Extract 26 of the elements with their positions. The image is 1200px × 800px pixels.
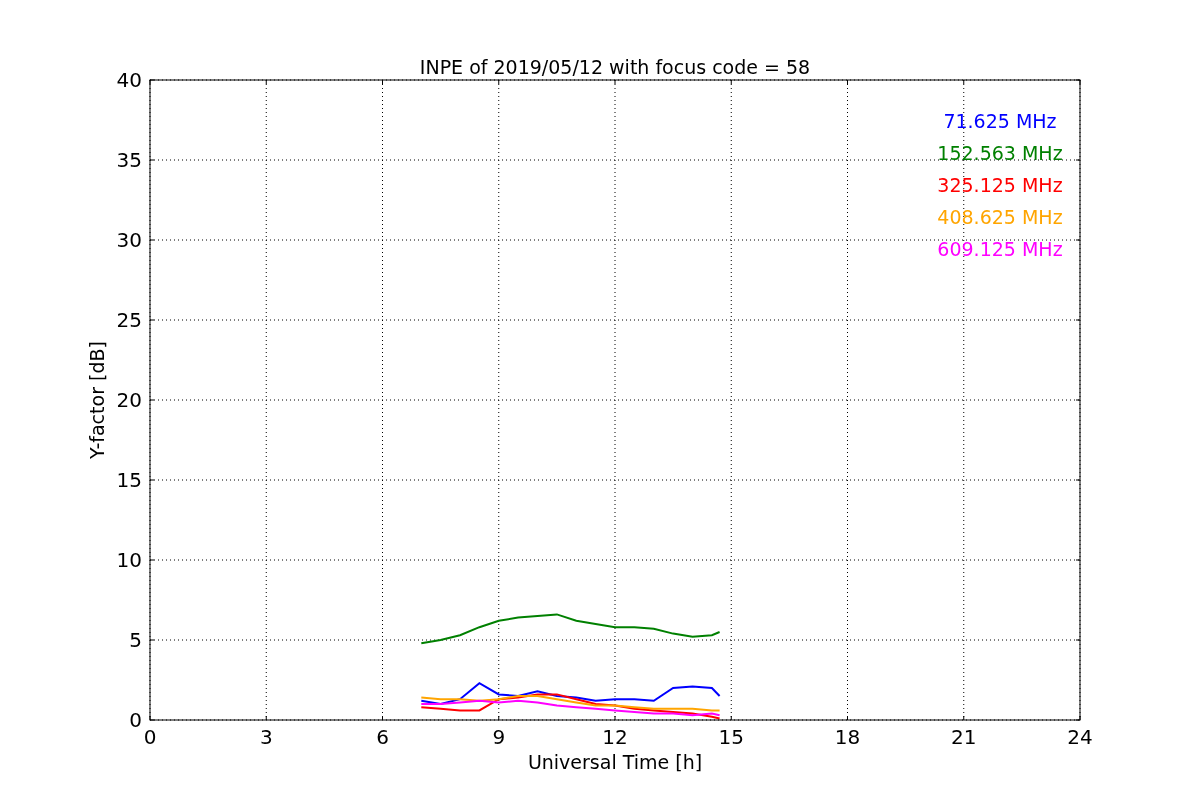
y-tick-label: 5 — [129, 628, 142, 652]
y-tick-label: 35 — [116, 148, 142, 172]
x-tick-label: 18 — [834, 725, 861, 749]
y-tick-label: 40 — [116, 68, 142, 92]
y-tick-label: 0 — [129, 708, 142, 732]
y-tick-label: 25 — [116, 308, 142, 332]
y-axis-label: Y-factor [dB] — [86, 341, 108, 459]
x-tick-label: 6 — [376, 725, 389, 749]
legend-label: 609.125 MHz — [937, 238, 1063, 260]
x-tick-label: 3 — [259, 725, 273, 749]
legend-label: 408.625 MHz — [937, 206, 1063, 228]
y-tick-label: 15 — [116, 468, 142, 492]
x-axis-label: Universal Time [h] — [527, 751, 703, 773]
x-tick-label: 24 — [1067, 725, 1093, 749]
chart-title: INPE of 2019/05/12 with focus code = 58 — [419, 56, 811, 78]
x-tick-label: 15 — [718, 725, 744, 749]
y-tick-label: 10 — [116, 548, 142, 572]
y-tick-label: 20 — [116, 388, 142, 412]
x-tick-label: 12 — [602, 725, 628, 749]
legend-label: 71.625 MHz — [943, 110, 1057, 132]
legend-label: 152.563 MHz — [937, 142, 1063, 164]
x-tick-label: 21 — [951, 725, 977, 749]
x-tick-label: 9 — [492, 725, 506, 749]
x-tick-label: 0 — [143, 725, 157, 749]
legend-label: 325.125 MHz — [937, 174, 1063, 196]
y-tick-label: 30 — [116, 228, 142, 252]
